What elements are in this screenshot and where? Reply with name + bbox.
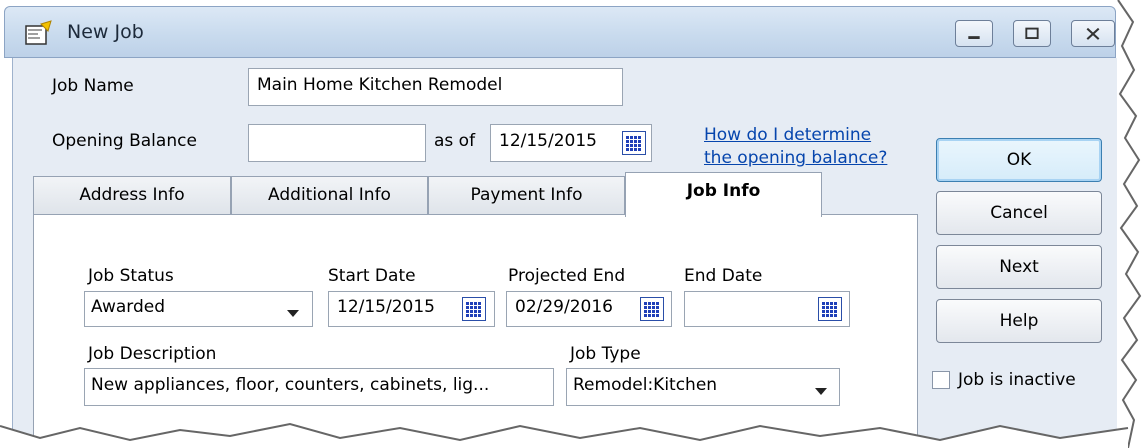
maximize-button[interactable]: [1013, 20, 1051, 47]
start-date-value: 12/15/2015: [337, 297, 435, 317]
job-status-value: Awarded: [91, 297, 165, 317]
tab-job-info[interactable]: Job Info: [625, 172, 822, 217]
projected-end-label: Projected End: [508, 266, 626, 286]
opening-balance-help-link-line2[interactable]: the opening balance?: [704, 147, 887, 169]
title-bar[interactable]: New Job: [4, 6, 1116, 58]
minimize-button[interactable]: [955, 20, 993, 47]
job-status-select[interactable]: Awarded: [84, 291, 313, 327]
new-job-icon: [25, 20, 52, 45]
tab-payment-info[interactable]: Payment Info: [428, 176, 625, 214]
as-of-date-value: 12/15/2015: [499, 131, 597, 151]
job-type-select[interactable]: Remodel:Kitchen: [566, 368, 840, 406]
job-name-label: Job Name: [52, 76, 134, 96]
job-type-label: Job Type: [570, 344, 641, 364]
close-icon: [1086, 27, 1100, 40]
as-of-calendar-icon[interactable]: [622, 131, 646, 155]
start-date-label: Start Date: [328, 266, 416, 286]
job-status-dropdown-icon[interactable]: [287, 310, 299, 317]
job-name-input[interactable]: Main Home Kitchen Remodel: [248, 68, 623, 106]
job-info-panel: [33, 214, 918, 448]
cancel-button[interactable]: Cancel: [936, 191, 1102, 235]
job-type-dropdown-icon[interactable]: [815, 388, 827, 395]
next-button[interactable]: Next: [936, 245, 1102, 289]
ok-button[interactable]: OK: [936, 138, 1102, 182]
end-date-label: End Date: [684, 266, 763, 286]
end-date-calendar-icon[interactable]: [818, 297, 842, 321]
job-type-value: Remodel:Kitchen: [573, 375, 718, 395]
help-button[interactable]: Help: [936, 299, 1102, 343]
opening-balance-input[interactable]: [248, 124, 426, 162]
as-of-label: as of: [434, 131, 476, 151]
tab-additional-info[interactable]: Additional Info: [231, 176, 428, 214]
projected-end-value: 02/29/2016: [515, 297, 613, 317]
start-date-calendar-icon[interactable]: [462, 297, 486, 321]
job-inactive-label: Job is inactive: [958, 370, 1076, 390]
opening-balance-label: Opening Balance: [52, 131, 197, 151]
job-description-input[interactable]: New appliances, floor, counters, cabinet…: [84, 368, 554, 406]
opening-balance-help-link-line1[interactable]: How do I determine: [704, 124, 871, 146]
minimize-icon: [968, 36, 980, 39]
job-inactive-checkbox[interactable]: [932, 371, 950, 389]
tab-address-info[interactable]: Address Info: [33, 176, 231, 214]
close-button[interactable]: [1071, 20, 1115, 47]
new-job-window: New Job Job Name Main Home Kitchen Remod…: [0, 0, 1147, 448]
projected-end-calendar-icon[interactable]: [640, 297, 664, 321]
job-description-label: Job Description: [88, 344, 217, 364]
window-title: New Job: [67, 21, 144, 43]
job-status-label: Job Status: [88, 266, 174, 286]
maximize-icon: [1025, 27, 1039, 39]
